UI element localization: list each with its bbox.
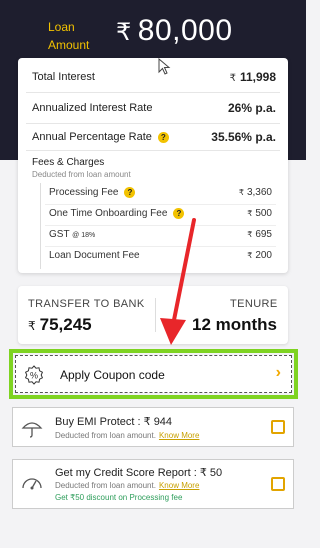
fee-row-processing: Processing Fee? ₹3,360 <box>49 187 272 199</box>
divider <box>45 225 276 226</box>
loan-breakdown-card: Total Interest ₹11,998 Annualized Intere… <box>18 58 288 273</box>
divider <box>45 246 276 247</box>
mouse-cursor-icon <box>158 58 171 75</box>
divider <box>26 92 280 93</box>
fees-list: Processing Fee? ₹3,360 One Time Onboardi… <box>40 183 280 269</box>
apr-row: Annual Percentage Rate? 35.56% p.a. <box>32 130 276 144</box>
credit-score-subtitle: Deducted from loan amount. Know More <box>55 481 200 490</box>
credit-score-checkbox[interactable] <box>271 477 285 491</box>
coupon-highlight: % Apply Coupon code › <box>9 349 298 399</box>
loan-amount-label: Loan Amount <box>48 20 90 52</box>
fee-row-gst: GST @ 18% ₹695 <box>49 229 272 240</box>
currency-symbol: ₹ <box>116 19 132 46</box>
fee-row-onboarding: One Time Onboarding Fee? ₹500 <box>49 208 272 220</box>
transfer-label: TRANSFER TO BANK <box>28 298 145 310</box>
gauge-icon <box>22 478 42 490</box>
divider <box>26 150 280 151</box>
annualized-rate-row: Annualized Interest Rate 26% p.a. <box>32 101 276 115</box>
coupon-badge-icon: % <box>24 365 44 385</box>
chevron-right-icon: › <box>275 364 281 381</box>
emi-protect-title: Buy EMI Protect : ₹ 944 <box>55 416 173 428</box>
divider <box>26 123 280 124</box>
apply-coupon-button[interactable]: % Apply Coupon code › <box>15 355 292 393</box>
fees-title: Fees & Charges <box>32 157 105 168</box>
fee-row-document: Loan Document Fee ₹200 <box>49 250 272 261</box>
know-more-link[interactable]: Know More <box>159 481 199 490</box>
umbrella-icon <box>21 422 43 438</box>
divider <box>45 204 276 205</box>
credit-score-title: Get my Credit Score Report : ₹ 50 <box>55 467 223 479</box>
transfer-value: ₹75,245 <box>28 315 92 334</box>
fees-subtitle: Deducted from loan amount <box>32 170 131 179</box>
emi-protect-checkbox[interactable] <box>271 420 285 434</box>
loan-amount-value: ₹80,000 <box>116 14 233 47</box>
know-more-link[interactable]: Know More <box>159 431 199 440</box>
apply-coupon-label: Apply Coupon code <box>60 368 165 382</box>
transfer-summary-card: TRANSFER TO BANK ₹75,245 TENURE 12 month… <box>18 286 288 344</box>
emi-protect-subtitle: Deducted from loan amount. Know More <box>55 431 200 440</box>
tenure-value: 12 months <box>192 315 278 334</box>
help-icon[interactable]: ? <box>157 131 169 143</box>
total-interest-row: Total Interest ₹11,998 <box>32 70 276 84</box>
credit-score-offer: Get ₹50 discount on Processing fee <box>55 493 183 502</box>
help-icon[interactable]: ? <box>124 187 136 198</box>
credit-score-option[interactable]: Get my Credit Score Report : ₹ 50 Deduct… <box>12 459 294 509</box>
divider <box>155 298 156 332</box>
emi-protect-option[interactable]: Buy EMI Protect : ₹ 944 Deducted from lo… <box>12 407 294 447</box>
help-icon[interactable]: ? <box>173 208 185 219</box>
tenure-label: TENURE <box>230 298 278 310</box>
svg-text:%: % <box>30 371 38 381</box>
